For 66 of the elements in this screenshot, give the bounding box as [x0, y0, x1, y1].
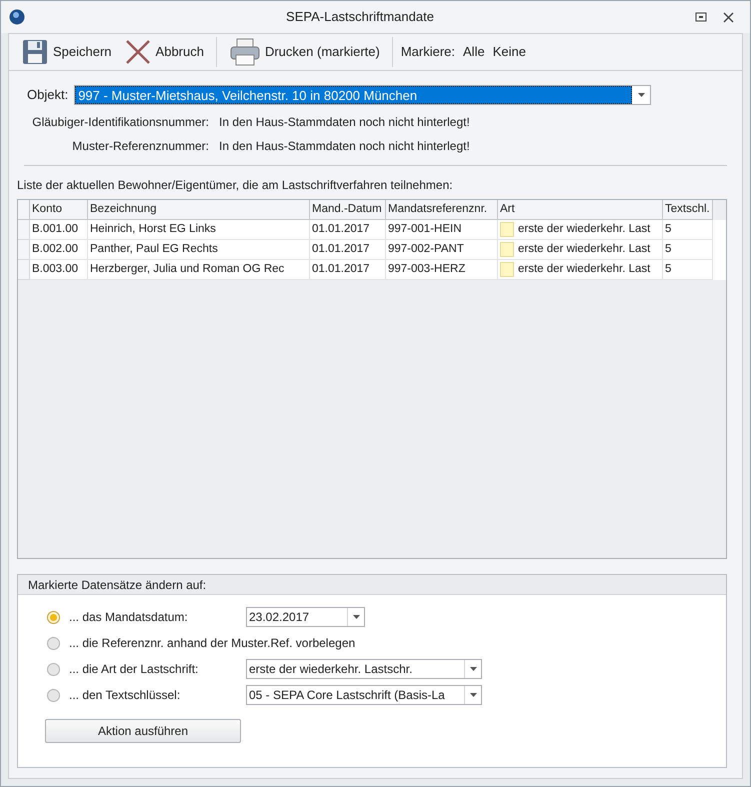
- mark-link[interactable]: Alle: [463, 42, 485, 62]
- row-header[interactable]: [18, 220, 30, 240]
- radio-button[interactable]: [47, 636, 60, 650]
- app-logo-icon: [9, 9, 25, 25]
- radio-button[interactable]: [47, 688, 60, 702]
- info-label: Gläubiger-Identifikationsnummer:: [31, 114, 209, 131]
- table-cell-text: 01.01.2017: [312, 262, 370, 277]
- printer-icon: [228, 37, 261, 67]
- objekt-label: Objekt:: [27, 86, 68, 104]
- list-caption: Liste der aktuellen Bewohner/Eigentümer, die am Lastschriftverfahren teilnehmen:: [17, 177, 454, 194]
- column-header[interactable]: Bezeichnung: [88, 200, 310, 220]
- row-header[interactable]: [18, 260, 30, 280]
- mark-label: Markiere:: [400, 43, 456, 62]
- save-button[interactable]: Speichern: [17, 36, 116, 68]
- table-cell-text: 01.01.2017: [312, 222, 370, 237]
- table-cell-text: Panther, Paul EG Rechts: [90, 242, 218, 257]
- row-header[interactable]: [18, 240, 30, 260]
- dropdown-arrow-icon: [470, 693, 476, 697]
- option-dropdown[interactable]: erste der wiederkehr. Lastschr.: [246, 659, 482, 679]
- table-cell-text: 5: [665, 222, 672, 237]
- print-button[interactable]: Drucken (markierte): [224, 36, 384, 68]
- table-cell-text: 5: [665, 242, 672, 257]
- option-dropdown[interactable]: 05 - SEPA Core Lastschrift (Basis-La: [246, 685, 482, 705]
- option-label: ... den Textschlüssel:: [69, 687, 182, 704]
- table-cell-text: B.001.00: [32, 222, 78, 237]
- radio-button[interactable]: [47, 610, 60, 624]
- execute-button[interactable]: Aktion ausführen: [45, 719, 241, 743]
- info-value: In den Haus-Stammdaten noch nicht hinterlegt!: [219, 114, 471, 131]
- restore-icon[interactable]: [695, 12, 707, 22]
- column-header[interactable]: Konto: [30, 200, 88, 220]
- table-cell-text: 01.01.2017: [312, 242, 370, 257]
- option-label: ... die Art der Lastschrift:: [69, 661, 200, 678]
- option-label: ... das Mandatsdatum:: [69, 609, 189, 626]
- option-label: ... die Referenznr. anhand der Muster.Ref. vorbelegen: [69, 635, 356, 652]
- column-header[interactable]: Art: [498, 200, 663, 220]
- note-icon: [500, 242, 514, 257]
- radio-button[interactable]: [47, 662, 60, 676]
- table-cell-text: 997-002-PANT: [388, 242, 464, 257]
- table-cell-text: B.003.00: [32, 262, 78, 277]
- objekt-dropdown[interactable]: 997 - Muster-Mietshaus, Veilchenstr. 10 in 80200 München: [74, 85, 652, 105]
- table-cell-text: Herzberger, Julia und Roman OG Rec: [90, 262, 284, 277]
- table-cell-text: erste der wiederkehr. Last: [518, 262, 650, 277]
- group-header: Markierte Datensätze ändern auf:: [18, 575, 726, 595]
- table-cell-text: erste der wiederkehr. Last: [518, 222, 650, 237]
- table-cell-text: erste der wiederkehr. Last: [518, 242, 650, 257]
- dropdown-arrow-icon: [352, 615, 360, 619]
- note-icon: [500, 222, 514, 237]
- info-label: Muster-Referenznummer:: [71, 138, 209, 155]
- table-cell-text: B.002.00: [32, 242, 78, 257]
- table-cell-text: 5: [665, 262, 672, 277]
- dropdown-arrow-icon: [638, 93, 645, 97]
- table-cell-text: 997-003-HERZ: [388, 262, 466, 277]
- cross-icon: [124, 38, 152, 66]
- column-header[interactable]: Mand.-Datum: [310, 200, 386, 220]
- dropdown-arrow-icon: [470, 667, 476, 671]
- table-cell-text: Heinrich, Horst EG Links: [90, 222, 216, 237]
- cancel-button[interactable]: Abbruch: [120, 36, 208, 68]
- option-dropdown[interactable]: 23.02.2017: [246, 607, 365, 627]
- table-cell-text: 997-001-HEIN: [388, 222, 462, 237]
- column-header[interactable]: Mandatsreferenznr.: [386, 200, 498, 220]
- info-value: In den Haus-Stammdaten noch nicht hinterlegt!: [219, 138, 471, 155]
- column-header[interactable]: Textschl.: [663, 200, 713, 220]
- close-icon[interactable]: [723, 12, 734, 22]
- window-title: SEPA-Lastschriftmandate: [285, 8, 435, 26]
- note-icon: [500, 262, 514, 277]
- mark-link[interactable]: Keine: [492, 42, 526, 62]
